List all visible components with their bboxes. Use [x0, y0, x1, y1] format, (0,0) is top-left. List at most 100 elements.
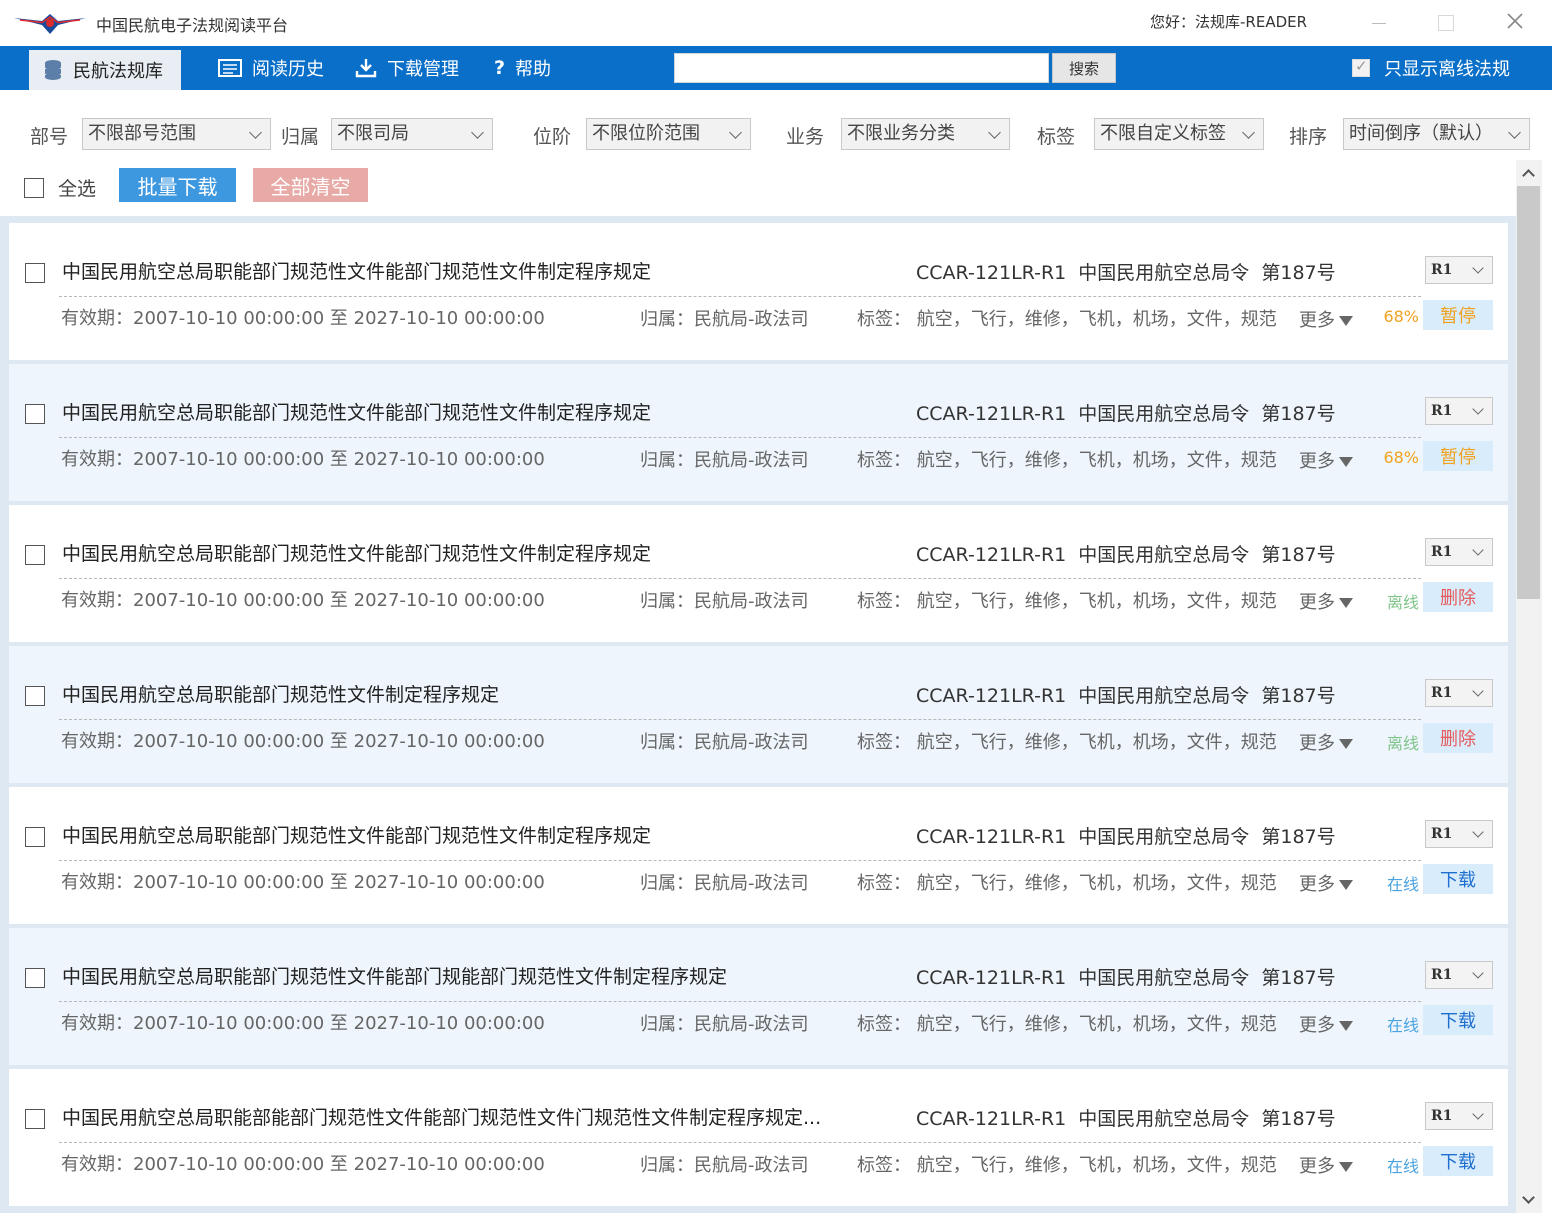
issuer: 中国民用航空总局令 — [1078, 544, 1250, 566]
more-dropdown[interactable]: 更多 — [1299, 306, 1353, 332]
more-dropdown[interactable]: 更多 — [1299, 729, 1353, 755]
regulation-title[interactable]: 中国民用航空总局职能部门规范性文件能部门规范性文件制定程序规定 — [62, 821, 651, 848]
regulation-title[interactable]: 中国民用航空总局职能部门规范性文件能部门规能部门规范性文件制定程序规定 — [62, 962, 727, 989]
owner-department: 归属：民航局-政法司 — [640, 591, 809, 612]
regulation-title[interactable]: 中国民用航空总局职能部门规范性文件能部门规范性文件制定程序规定 — [62, 398, 651, 425]
main-nav: 民航法规库 阅读历史 下载管理 ? 帮助 搜索 只显示离线法规 — [0, 46, 1552, 90]
validity-period: 有效期：2007-10-10 00:00:00 至 2027-10-10 00:… — [61, 308, 545, 329]
list-item[interactable]: 中国民用航空总局职能部门规范性文件能部门规范性文件制定程序规定 CCAR-121L… — [9, 787, 1508, 924]
search-button[interactable]: 搜索 — [1052, 53, 1116, 83]
order-number: 第187号 — [1261, 826, 1336, 848]
row-checkbox[interactable] — [25, 827, 45, 847]
tab-regulation-library[interactable]: 民航法规库 — [29, 46, 181, 90]
row-divider — [59, 1001, 1421, 1002]
clear-all-button[interactable]: 全部清空 — [253, 168, 368, 202]
scrollbar[interactable] — [1516, 160, 1542, 1213]
regulation-title[interactable]: 中国民用航空总局职能部门规范性文件能部门规范性文件制定程序规定 — [62, 539, 651, 566]
row-checkbox[interactable] — [25, 968, 45, 988]
code-number: CCAR-121LR-R1 — [916, 262, 1067, 284]
filter-rank-label: 位阶 — [533, 126, 572, 148]
caac-logo — [14, 14, 86, 34]
version-select[interactable]: R1 — [1425, 820, 1493, 848]
maximize-button[interactable] — [1428, 6, 1462, 38]
row-checkbox[interactable] — [25, 1109, 45, 1129]
delete-button[interactable]: 删除 — [1423, 582, 1493, 612]
filter-rank-select[interactable]: 不限位阶范围 — [586, 118, 751, 150]
download-status: 68% — [1383, 448, 1419, 467]
filter-tag-select[interactable]: 不限自定义标签 — [1094, 118, 1264, 150]
filter-business-select[interactable]: 不限业务分类 — [841, 118, 1010, 150]
search-input[interactable] — [674, 53, 1049, 83]
select-all-checkbox[interactable] — [24, 177, 44, 198]
validity-period: 有效期：2007-10-10 00:00:00 至 2027-10-10 00:… — [61, 590, 545, 611]
row-checkbox[interactable] — [25, 686, 45, 706]
list-item[interactable]: 中国民用航空总局职能部门规范性文件制定程序规定 CCAR-121LR-R1 中国民… — [9, 646, 1508, 783]
scroll-down-arrow-icon[interactable] — [1516, 1187, 1542, 1213]
list-item[interactable]: 中国民用航空总局职能部门规范性文件能部门规能部门规范性文件制定程序规定 CCAR-… — [9, 928, 1508, 1065]
list-item[interactable]: 中国民用航空总局职能部门规范性文件能部门规范性文件制定程序规定 CCAR-121L… — [9, 505, 1508, 642]
app-title: 中国民航电子法规阅读平台 — [96, 16, 289, 35]
close-icon — [1507, 13, 1523, 29]
code-number: CCAR-121LR-R1 — [916, 544, 1067, 566]
tag-list: 标签： 航空，飞行，维修，飞机，机场，文件，规范 — [857, 873, 1277, 894]
version-select[interactable]: R1 — [1425, 1102, 1493, 1130]
version-select[interactable]: R1 — [1425, 397, 1493, 425]
tab-label: 帮助 — [515, 59, 552, 80]
regulation-list: 中国民用航空总局职能部门规范性文件能部门规范性文件制定程序规定 CCAR-121L… — [0, 216, 1516, 1213]
tab-download-manager[interactable]: 下载管理 — [355, 46, 459, 90]
order-number: 第187号 — [1261, 262, 1336, 284]
list-item[interactable]: 中国民用航空总局职能部门规范性文件能部门规范性文件制定程序规定 CCAR-121L… — [9, 364, 1508, 501]
filter-department-select[interactable]: 不限部号范围 — [82, 118, 271, 150]
download-status: 在线 — [1386, 1157, 1419, 1176]
more-dropdown[interactable]: 更多 — [1299, 447, 1353, 473]
regulation-title[interactable]: 中国民用航空总局职能部门规范性文件能部门规范性文件制定程序规定 — [62, 257, 651, 284]
more-dropdown[interactable]: 更多 — [1299, 1011, 1353, 1037]
select-all[interactable]: 全选 — [24, 174, 96, 201]
download-status: 离线 — [1386, 734, 1419, 753]
filter-sort-select[interactable]: 时间倒序（默认） — [1343, 118, 1530, 150]
pause-button[interactable]: 暂停 — [1423, 300, 1493, 330]
download-status: 在线 — [1386, 1016, 1419, 1035]
download-button[interactable]: 下载 — [1423, 864, 1493, 894]
version-select[interactable]: R1 — [1425, 961, 1493, 989]
issuer: 中国民用航空总局令 — [1078, 685, 1250, 707]
version-select[interactable]: R1 — [1425, 256, 1493, 284]
scrollbar-thumb[interactable] — [1517, 186, 1540, 599]
batch-download-button[interactable]: 批量下载 — [119, 168, 236, 202]
tag-list: 标签： 航空，飞行，维修，飞机，机场，文件，规范 — [857, 591, 1277, 612]
database-icon — [43, 59, 63, 81]
filter-department-label: 部号 — [30, 126, 69, 148]
validity-period: 有效期：2007-10-10 00:00:00 至 2027-10-10 00:… — [61, 1013, 545, 1034]
code-number: CCAR-121LR-R1 — [916, 403, 1067, 425]
tab-reading-history[interactable]: 阅读历史 — [218, 46, 324, 90]
download-button[interactable]: 下载 — [1423, 1146, 1493, 1176]
version-select[interactable]: R1 — [1425, 679, 1493, 707]
close-button[interactable] — [1498, 6, 1532, 38]
issuer: 中国民用航空总局令 — [1078, 262, 1250, 284]
regulation-title[interactable]: 中国民用航空总局职能部门规范性文件制定程序规定 — [62, 680, 499, 707]
pause-button[interactable]: 暂停 — [1423, 441, 1493, 471]
more-dropdown[interactable]: 更多 — [1299, 588, 1353, 614]
version-select[interactable]: R1 — [1425, 538, 1493, 566]
tab-help[interactable]: ? 帮助 — [494, 46, 551, 90]
offline-only-checkbox[interactable] — [1352, 57, 1370, 77]
delete-button[interactable]: 删除 — [1423, 723, 1493, 753]
row-checkbox[interactable] — [25, 263, 45, 283]
tab-label: 民航法规库 — [73, 61, 163, 82]
more-dropdown[interactable]: 更多 — [1299, 1152, 1353, 1178]
order-number: 第187号 — [1261, 544, 1336, 566]
more-dropdown[interactable]: 更多 — [1299, 870, 1353, 896]
row-checkbox[interactable] — [25, 545, 45, 565]
offline-only-toggle[interactable]: 只显示离线法规 — [1352, 46, 1510, 90]
list-item[interactable]: 中国民用航空总局职能部能部门规范性文件能部门规范性文件门规范性文件制定程序规定.… — [9, 1069, 1508, 1206]
filter-belong-select[interactable]: 不限司局 — [331, 118, 493, 150]
download-button[interactable]: 下载 — [1423, 1005, 1493, 1035]
filter-belong-label: 归属 — [281, 126, 320, 148]
tab-label: 阅读历史 — [252, 59, 324, 80]
issuer: 中国民用航空总局令 — [1078, 1108, 1250, 1130]
list-item[interactable]: 中国民用航空总局职能部门规范性文件能部门规范性文件制定程序规定 CCAR-121L… — [9, 223, 1508, 360]
minimize-button[interactable] — [1362, 6, 1396, 38]
scroll-up-arrow-icon[interactable] — [1516, 160, 1542, 186]
regulation-title[interactable]: 中国民用航空总局职能部能部门规范性文件能部门规范性文件门规范性文件制定程序规定.… — [62, 1103, 821, 1130]
row-checkbox[interactable] — [25, 404, 45, 424]
